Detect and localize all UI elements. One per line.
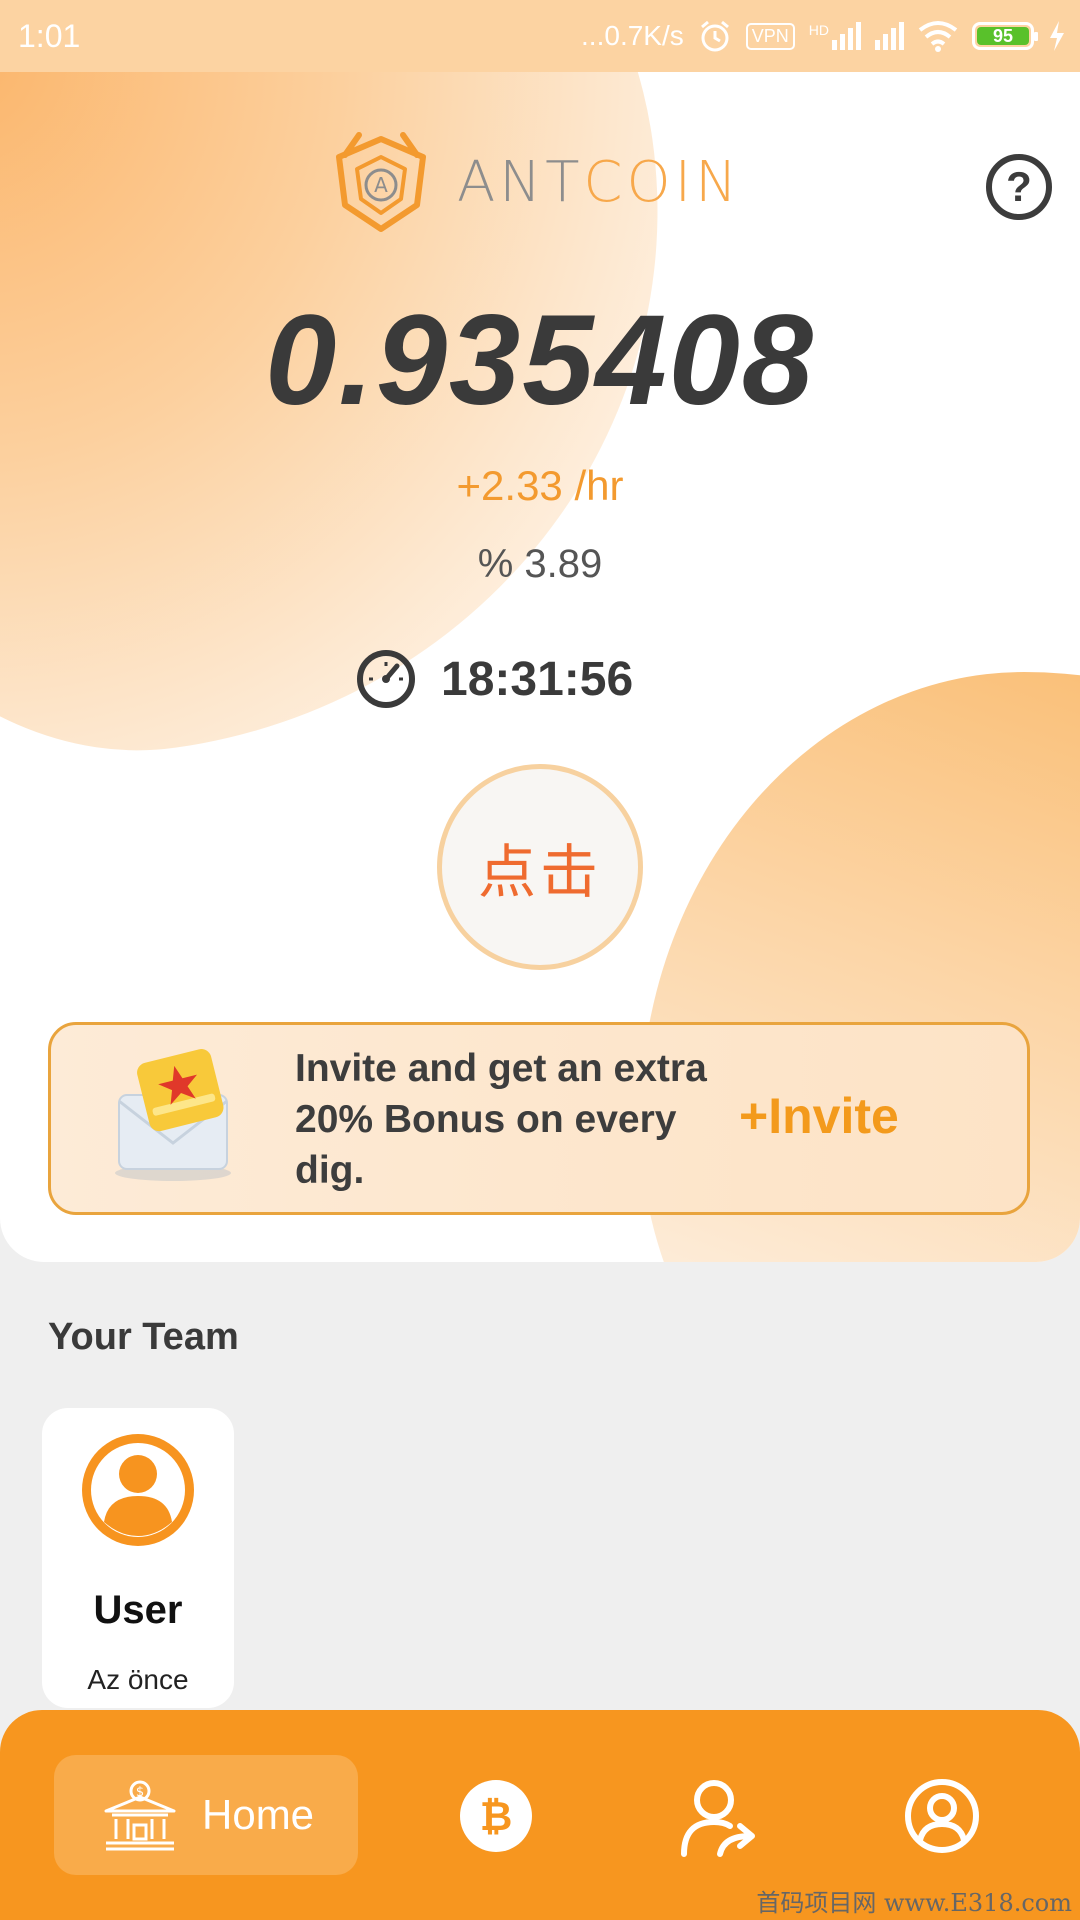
ant-shield-icon: A [336,132,426,232]
status-time: 1:01 [18,18,81,54]
alarm-icon [700,20,729,52]
logo-ant-text: ANT [457,149,584,215]
signal-hd-icon: HD [809,22,861,50]
watermark: 首码项目网 www.E318.com [756,1889,1072,1917]
nav-home-label: Home [202,1791,315,1838]
battery-level: 95 [977,27,1029,45]
bitcoin-icon[interactable]: ₿ [458,1778,534,1854]
wifi-icon [918,21,958,52]
invite-text: Invite and get an extra 20% Bonus on eve… [295,1047,707,1192]
mining-card: A ANTCOIN ? 0.935408 +2.33 /hr % 3.89 18… [0,72,1080,1262]
bank-home-icon: $ [104,1780,176,1851]
team-member-card[interactable]: User Az önce [42,1408,234,1708]
user-avatar-icon [82,1434,194,1546]
profile-icon[interactable] [904,1778,980,1854]
svg-text:₿: ₿ [480,1794,513,1840]
signal-icon [875,22,904,50]
member-time: Az önce [87,1664,189,1695]
member-name: User [93,1588,183,1632]
logo-wordmark: ANTCOIN [457,150,741,215]
speedometer-icon [357,650,415,708]
battery-icon: 95 [972,22,1038,50]
coin-balance: 0.935408 [265,289,815,432]
invite-link[interactable]: +Invite [739,1087,899,1145]
antcoin-logo: A ANTCOIN [325,127,741,237]
logo-letter: A [374,173,388,197]
countdown-value: 18:31:56 [441,652,634,706]
mining-percentage: % 3.89 [477,542,603,586]
help-button[interactable]: ? [986,154,1052,220]
invite-banner[interactable]: Invite and get an extra 20% Bonus on eve… [48,1022,1030,1215]
mine-tap-button[interactable]: 点击 [437,764,643,970]
hd-label: HD [808,22,829,38]
vpn-badge: VPN [745,22,795,50]
charging-icon [1050,21,1064,51]
team-title: Your Team [48,1316,239,1358]
logo-coin-text: COIN [583,149,741,215]
nav-home[interactable]: $ Home [54,1755,358,1875]
status-icons: ...0.7K/s VPN HD 95 [581,14,1066,58]
status-bar: 1:01 ...0.7K/s VPN HD 95 [0,0,1080,72]
share-user-icon[interactable] [678,1778,758,1858]
envelope-star-icon [115,1049,231,1181]
countdown-timer: 18:31:56 [355,648,633,710]
network-speed: ...0.7K/s [581,20,684,51]
mining-rate: +2.33 /hr [456,462,624,509]
